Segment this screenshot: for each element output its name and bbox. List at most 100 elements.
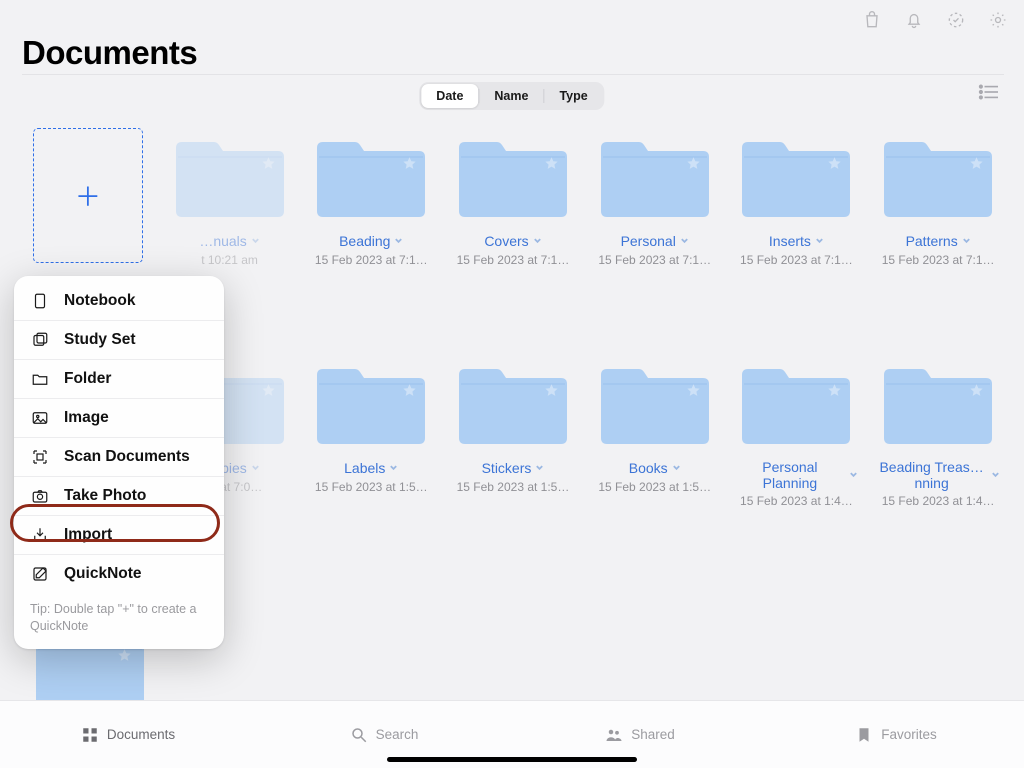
menu-label: Folder (64, 370, 111, 388)
folder-name: Beading (339, 233, 390, 249)
chevron-down-icon[interactable] (251, 459, 260, 477)
folder-icon (174, 128, 286, 228)
gear-icon[interactable] (988, 10, 1008, 30)
star-icon (261, 156, 276, 176)
folder-icon (740, 128, 852, 228)
folder-date: 15 Feb 2023 at 1:5… (598, 480, 711, 494)
folder-cell[interactable]: Stickers 15 Feb 2023 at 1:5… (447, 355, 579, 508)
new-document-cell: ＋ (22, 128, 154, 267)
sort-segmented-control[interactable]: Date Name Type (419, 82, 604, 110)
select-icon[interactable] (946, 10, 966, 30)
star-icon (969, 156, 984, 176)
star-icon (544, 156, 559, 176)
header-actions (862, 10, 1008, 30)
star-icon (686, 156, 701, 176)
folder-name: Beading Treas…nning (877, 459, 987, 491)
sort-date[interactable]: Date (421, 84, 478, 108)
folder-cell[interactable]: Inserts 15 Feb 2023 at 7:1… (731, 128, 863, 267)
star-icon (686, 383, 701, 403)
header-divider (22, 74, 1004, 75)
home-indicator (387, 757, 637, 762)
folder-name: Stickers (482, 460, 532, 476)
folder-cell[interactable]: Personal 15 Feb 2023 at 7:1… (589, 128, 721, 267)
folder-date: 15 Feb 2023 at 1:5… (457, 480, 570, 494)
folder-cell[interactable]: …nuals t 10:21 am (164, 128, 296, 267)
chevron-down-icon[interactable] (815, 232, 824, 250)
menu-image[interactable]: Image (14, 399, 224, 438)
tab-documents[interactable]: Documents (0, 701, 256, 768)
folder-icon (740, 355, 852, 455)
tab-label: Favorites (881, 727, 937, 742)
tab-label: Search (376, 727, 419, 742)
menu-studyset[interactable]: Study Set (14, 321, 224, 360)
folder-name: Patterns (906, 233, 958, 249)
folder-cell[interactable]: Labels 15 Feb 2023 at 1:5… (305, 355, 437, 508)
folder-icon (882, 355, 994, 455)
folder-icon (315, 355, 427, 455)
menu-tip: Tip: Double tap "+" to create a QuickNot… (14, 593, 224, 635)
chevron-down-icon[interactable] (533, 232, 542, 250)
chevron-down-icon[interactable] (672, 459, 681, 477)
chevron-down-icon[interactable] (680, 232, 689, 250)
menu-quicknote[interactable]: QuickNote (14, 555, 224, 593)
menu-import[interactable]: Import (14, 516, 224, 555)
folder-name: Labels (344, 460, 385, 476)
bookmark-icon (855, 726, 873, 744)
folder-date: 15 Feb 2023 at 7:1… (740, 253, 853, 267)
menu-label: Study Set (64, 331, 135, 349)
star-icon (261, 383, 276, 403)
menu-label: QuickNote (64, 565, 142, 583)
folder-icon (315, 128, 427, 228)
folder-name: …nuals (199, 233, 246, 249)
star-icon (544, 383, 559, 403)
folder-cell[interactable]: Books 15 Feb 2023 at 1:5… (589, 355, 721, 508)
folder-date: 15 Feb 2023 at 1:4… (882, 494, 995, 508)
star-icon (402, 156, 417, 176)
sort-name[interactable]: Name (479, 84, 543, 108)
star-icon (827, 383, 842, 403)
star-icon (402, 383, 417, 403)
chevron-down-icon[interactable] (535, 459, 544, 477)
shop-icon[interactable] (862, 10, 882, 30)
folder-cell[interactable]: Personal Planning 15 Feb 2023 at 1:4… (731, 355, 863, 508)
folder-name: Personal Planning (735, 459, 845, 491)
bell-icon[interactable] (904, 10, 924, 30)
folder-cell[interactable]: Covers 15 Feb 2023 at 7:1… (447, 128, 579, 267)
folder-date: 15 Feb 2023 at 1:4… (740, 494, 853, 508)
menu-label: Image (64, 409, 109, 427)
grid-icon (81, 726, 99, 744)
notebook-icon (30, 292, 50, 310)
import-icon (30, 526, 50, 544)
folder-name: Books (629, 460, 668, 476)
folder-icon (882, 128, 994, 228)
menu-folder[interactable]: Folder (14, 360, 224, 399)
menu-notebook[interactable]: Notebook (14, 282, 224, 321)
sort-type[interactable]: Type (544, 84, 602, 108)
menu-photo[interactable]: Take Photo (14, 477, 224, 516)
folder-date: 15 Feb 2023 at 7:1… (457, 253, 570, 267)
menu-scan[interactable]: Scan Documents (14, 438, 224, 477)
chevron-down-icon[interactable] (251, 232, 260, 250)
tab-favorites[interactable]: Favorites (768, 701, 1024, 768)
chevron-down-icon[interactable] (962, 232, 971, 250)
folder-cell[interactable]: Beading 15 Feb 2023 at 7:1… (305, 128, 437, 267)
list-view-toggle[interactable] (978, 83, 1000, 106)
folder-date: 15 Feb 2023 at 7:1… (598, 253, 711, 267)
folder-icon (30, 370, 50, 388)
menu-label: Take Photo (64, 487, 146, 505)
star-icon (117, 648, 132, 668)
scan-icon (30, 448, 50, 466)
menu-label: Scan Documents (64, 448, 190, 466)
quicknote-icon (30, 565, 50, 583)
add-button[interactable]: ＋ (33, 128, 143, 263)
folder-icon (599, 355, 711, 455)
tab-label: Documents (107, 727, 175, 742)
folder-name: Personal (621, 233, 676, 249)
chevron-down-icon[interactable] (394, 232, 403, 250)
folder-date: 15 Feb 2023 at 7:1… (315, 253, 428, 267)
folder-cell[interactable]: Beading Treas…nning 15 Feb 2023 at 1:4… (872, 355, 1004, 508)
chevron-down-icon[interactable] (389, 459, 398, 477)
chevron-down-icon[interactable] (991, 466, 1000, 484)
folder-cell[interactable]: Patterns 15 Feb 2023 at 7:1… (872, 128, 1004, 267)
chevron-down-icon[interactable] (849, 466, 858, 484)
